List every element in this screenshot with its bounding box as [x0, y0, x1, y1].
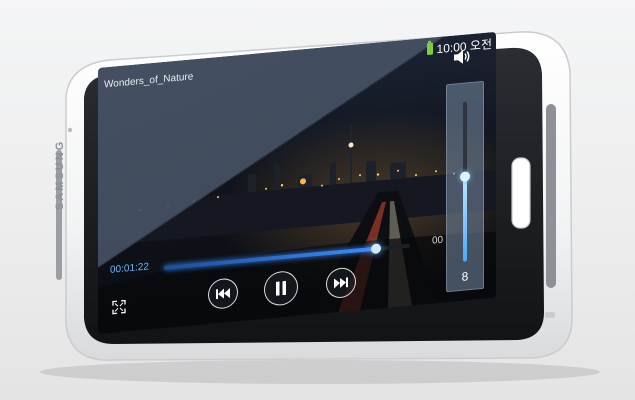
fast-forward-icon: [334, 277, 348, 289]
volume-fill: [463, 176, 467, 262]
product-photo: SAMSUNG 10:00 오전 Wonders_of_Nature 8 00:…: [0, 0, 635, 400]
volume-slider-panel[interactable]: 8: [446, 80, 484, 293]
total-time: 00: [432, 234, 444, 247]
video-screen[interactable]: 10:00 오전 Wonders_of_Nature 8 00:01:22 00: [98, 31, 496, 334]
speaker-icon[interactable]: [452, 48, 472, 66]
battery-icon: [426, 42, 433, 56]
brand-logo: SAMSUNG: [54, 139, 66, 210]
volume-value: 8: [461, 269, 469, 284]
volume-knob[interactable]: [460, 171, 470, 183]
pause-icon: [276, 280, 286, 296]
fit-screen-icon[interactable]: [112, 299, 126, 315]
volume-track[interactable]: [460, 101, 470, 262]
rewind-icon: [216, 287, 230, 300]
